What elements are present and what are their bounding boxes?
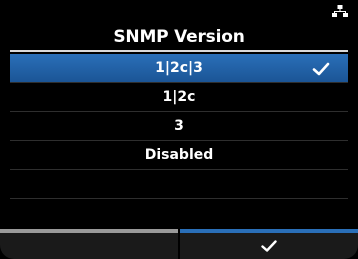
page-title: SNMP Version [113,27,245,47]
title-divider [10,50,348,52]
option-1-2c-3[interactable]: 1|2c|3 [10,54,348,83]
option-1-2c[interactable]: 1|2c [10,83,348,112]
option-label: 3 [174,118,184,134]
option-3[interactable]: 3 [10,112,348,141]
option-empty-row [10,170,348,199]
network-icon [332,5,348,17]
right-soft-key-bar [180,229,358,233]
printer-lcd-screen: SNMP Version 1|2c|3 1|2c 3 Disabled [0,0,358,259]
checkmark-icon [261,240,277,252]
option-label: Disabled [144,147,214,163]
soft-key-bar [0,229,358,259]
option-label: 1|2c|3 [155,60,203,76]
option-disabled[interactable]: Disabled [10,141,348,170]
checkmark-icon [312,62,330,76]
left-soft-key-bar [0,229,178,233]
option-label: 1|2c [162,89,196,105]
left-soft-key[interactable] [0,229,178,259]
confirm-soft-key[interactable] [180,229,358,259]
option-list: 1|2c|3 1|2c 3 Disabled [10,54,348,199]
